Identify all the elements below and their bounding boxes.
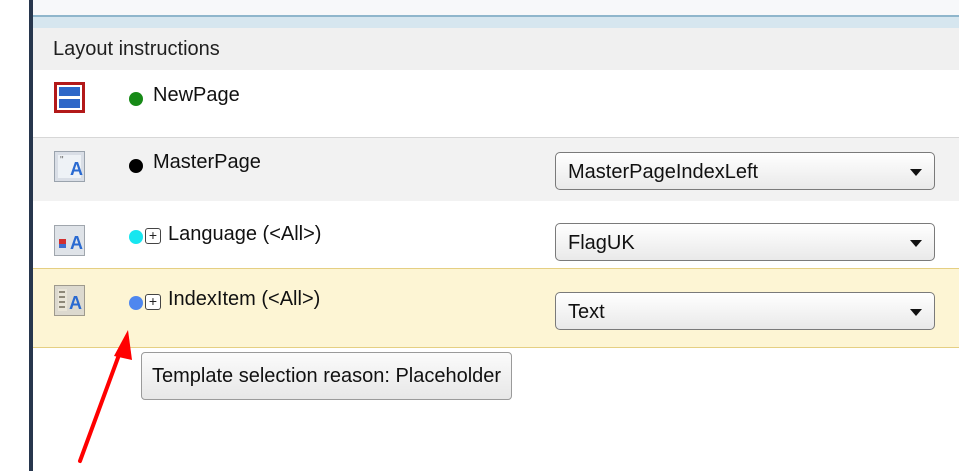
red-arrow-annotation bbox=[78, 330, 132, 463]
arrow-shaft bbox=[78, 342, 125, 463]
arrow-head bbox=[114, 330, 132, 360]
